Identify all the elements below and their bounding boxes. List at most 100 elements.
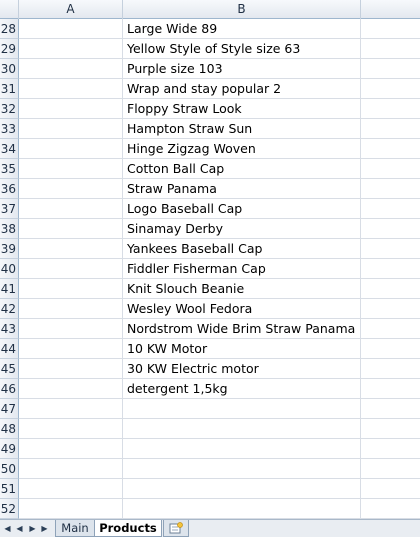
cell-a[interactable] [19, 119, 123, 139]
cell-b[interactable]: Straw Panama [123, 179, 361, 199]
cell-b[interactable] [123, 479, 361, 499]
first-sheet-icon[interactable]: ◀ [2, 522, 13, 535]
cell-c[interactable] [361, 339, 420, 359]
cell-c[interactable] [361, 39, 420, 59]
cell-a[interactable] [19, 259, 123, 279]
row-header[interactable]: 52 [0, 499, 19, 519]
cell-b[interactable]: 10 KW Motor [123, 339, 361, 359]
row-header[interactable]: 47 [0, 399, 19, 419]
cell-c[interactable] [361, 459, 420, 479]
last-sheet-icon[interactable]: ▶ [39, 522, 50, 535]
cell-c[interactable] [361, 159, 420, 179]
cell-c[interactable] [361, 359, 420, 379]
cell-c[interactable] [361, 139, 420, 159]
cell-b[interactable]: Floppy Straw Look [123, 99, 361, 119]
cell-a[interactable] [19, 359, 123, 379]
cell-a[interactable] [19, 419, 123, 439]
cell-c[interactable] [361, 399, 420, 419]
cell-a[interactable] [19, 159, 123, 179]
cell-b[interactable]: Wesley Wool Fedora [123, 299, 361, 319]
cell-b[interactable]: Logo Baseball Cap [123, 199, 361, 219]
cell-c[interactable] [361, 179, 420, 199]
cell-c[interactable] [361, 479, 420, 499]
column-header-c[interactable] [361, 0, 420, 19]
next-sheet-icon[interactable]: ▶ [27, 522, 38, 535]
cell-a[interactable] [19, 239, 123, 259]
cell-b[interactable]: Sinamay Derby [123, 219, 361, 239]
cell-c[interactable] [361, 19, 420, 39]
cell-b[interactable]: Yankees Baseball Cap [123, 239, 361, 259]
cell-b[interactable]: 30 KW Electric motor [123, 359, 361, 379]
row-header[interactable]: 39 [0, 239, 19, 259]
cell-b[interactable]: Hampton Straw Sun [123, 119, 361, 139]
column-header-a[interactable]: A [19, 0, 123, 19]
cell-a[interactable] [19, 459, 123, 479]
cell-a[interactable] [19, 59, 123, 79]
row-header[interactable]: 36 [0, 179, 19, 199]
cell-b[interactable]: Yellow Style of Style size 63 [123, 39, 361, 59]
cell-b[interactable]: Large Wide 89 [123, 19, 361, 39]
row-header[interactable]: 43 [0, 319, 19, 339]
cell-c[interactable] [361, 119, 420, 139]
cell-b[interactable]: detergent 1,5kg [123, 379, 361, 399]
row-header[interactable]: 35 [0, 159, 19, 179]
cell-c[interactable] [361, 99, 420, 119]
cell-c[interactable] [361, 199, 420, 219]
cell-a[interactable] [19, 39, 123, 59]
cell-c[interactable] [361, 419, 420, 439]
cell-a[interactable] [19, 319, 123, 339]
row-header[interactable]: 48 [0, 419, 19, 439]
row-header[interactable]: 46 [0, 379, 19, 399]
select-all-corner[interactable] [0, 0, 19, 19]
cell-b[interactable] [123, 459, 361, 479]
insert-sheet-tab[interactable] [163, 520, 189, 537]
row-header[interactable]: 41 [0, 279, 19, 299]
cell-c[interactable] [361, 319, 420, 339]
tab-main[interactable]: Main [55, 520, 95, 537]
row-header[interactable]: 33 [0, 119, 19, 139]
cell-b[interactable]: Nordstrom Wide Brim Straw Panama [123, 319, 361, 339]
cell-c[interactable] [361, 219, 420, 239]
cell-a[interactable] [19, 219, 123, 239]
cell-c[interactable] [361, 279, 420, 299]
cell-a[interactable] [19, 379, 123, 399]
cell-a[interactable] [19, 279, 123, 299]
row-header[interactable]: 45 [0, 359, 19, 379]
cell-a[interactable] [19, 499, 123, 519]
cell-b[interactable]: Purple size 103 [123, 59, 361, 79]
cell-c[interactable] [361, 59, 420, 79]
cell-a[interactable] [19, 399, 123, 419]
cell-b[interactable]: Cotton Ball Cap [123, 159, 361, 179]
row-header[interactable]: 34 [0, 139, 19, 159]
cell-c[interactable] [361, 299, 420, 319]
row-header[interactable]: 49 [0, 439, 19, 459]
cell-c[interactable] [361, 379, 420, 399]
row-header[interactable]: 50 [0, 459, 19, 479]
cell-a[interactable] [19, 99, 123, 119]
row-header[interactable]: 40 [0, 259, 19, 279]
cell-b[interactable]: Fiddler Fisherman Cap [123, 259, 361, 279]
cell-a[interactable] [19, 199, 123, 219]
cell-b[interactable] [123, 439, 361, 459]
row-header[interactable]: 32 [0, 99, 19, 119]
row-header[interactable]: 37 [0, 199, 19, 219]
row-header[interactable]: 42 [0, 299, 19, 319]
cell-a[interactable] [19, 19, 123, 39]
cell-a[interactable] [19, 479, 123, 499]
cell-a[interactable] [19, 339, 123, 359]
cell-c[interactable] [361, 239, 420, 259]
cell-b[interactable] [123, 419, 361, 439]
cell-a[interactable] [19, 439, 123, 459]
cell-a[interactable] [19, 179, 123, 199]
cell-b[interactable]: Wrap and stay popular 2 [123, 79, 361, 99]
cell-b[interactable] [123, 399, 361, 419]
row-header[interactable]: 38 [0, 219, 19, 239]
cell-c[interactable] [361, 259, 420, 279]
tab-products[interactable]: Products [94, 520, 162, 537]
row-header[interactable]: 31 [0, 79, 19, 99]
row-header[interactable]: 44 [0, 339, 19, 359]
cell-c[interactable] [361, 499, 420, 519]
prev-sheet-icon[interactable]: ◀ [14, 522, 25, 535]
cell-c[interactable] [361, 79, 420, 99]
cell-a[interactable] [19, 139, 123, 159]
